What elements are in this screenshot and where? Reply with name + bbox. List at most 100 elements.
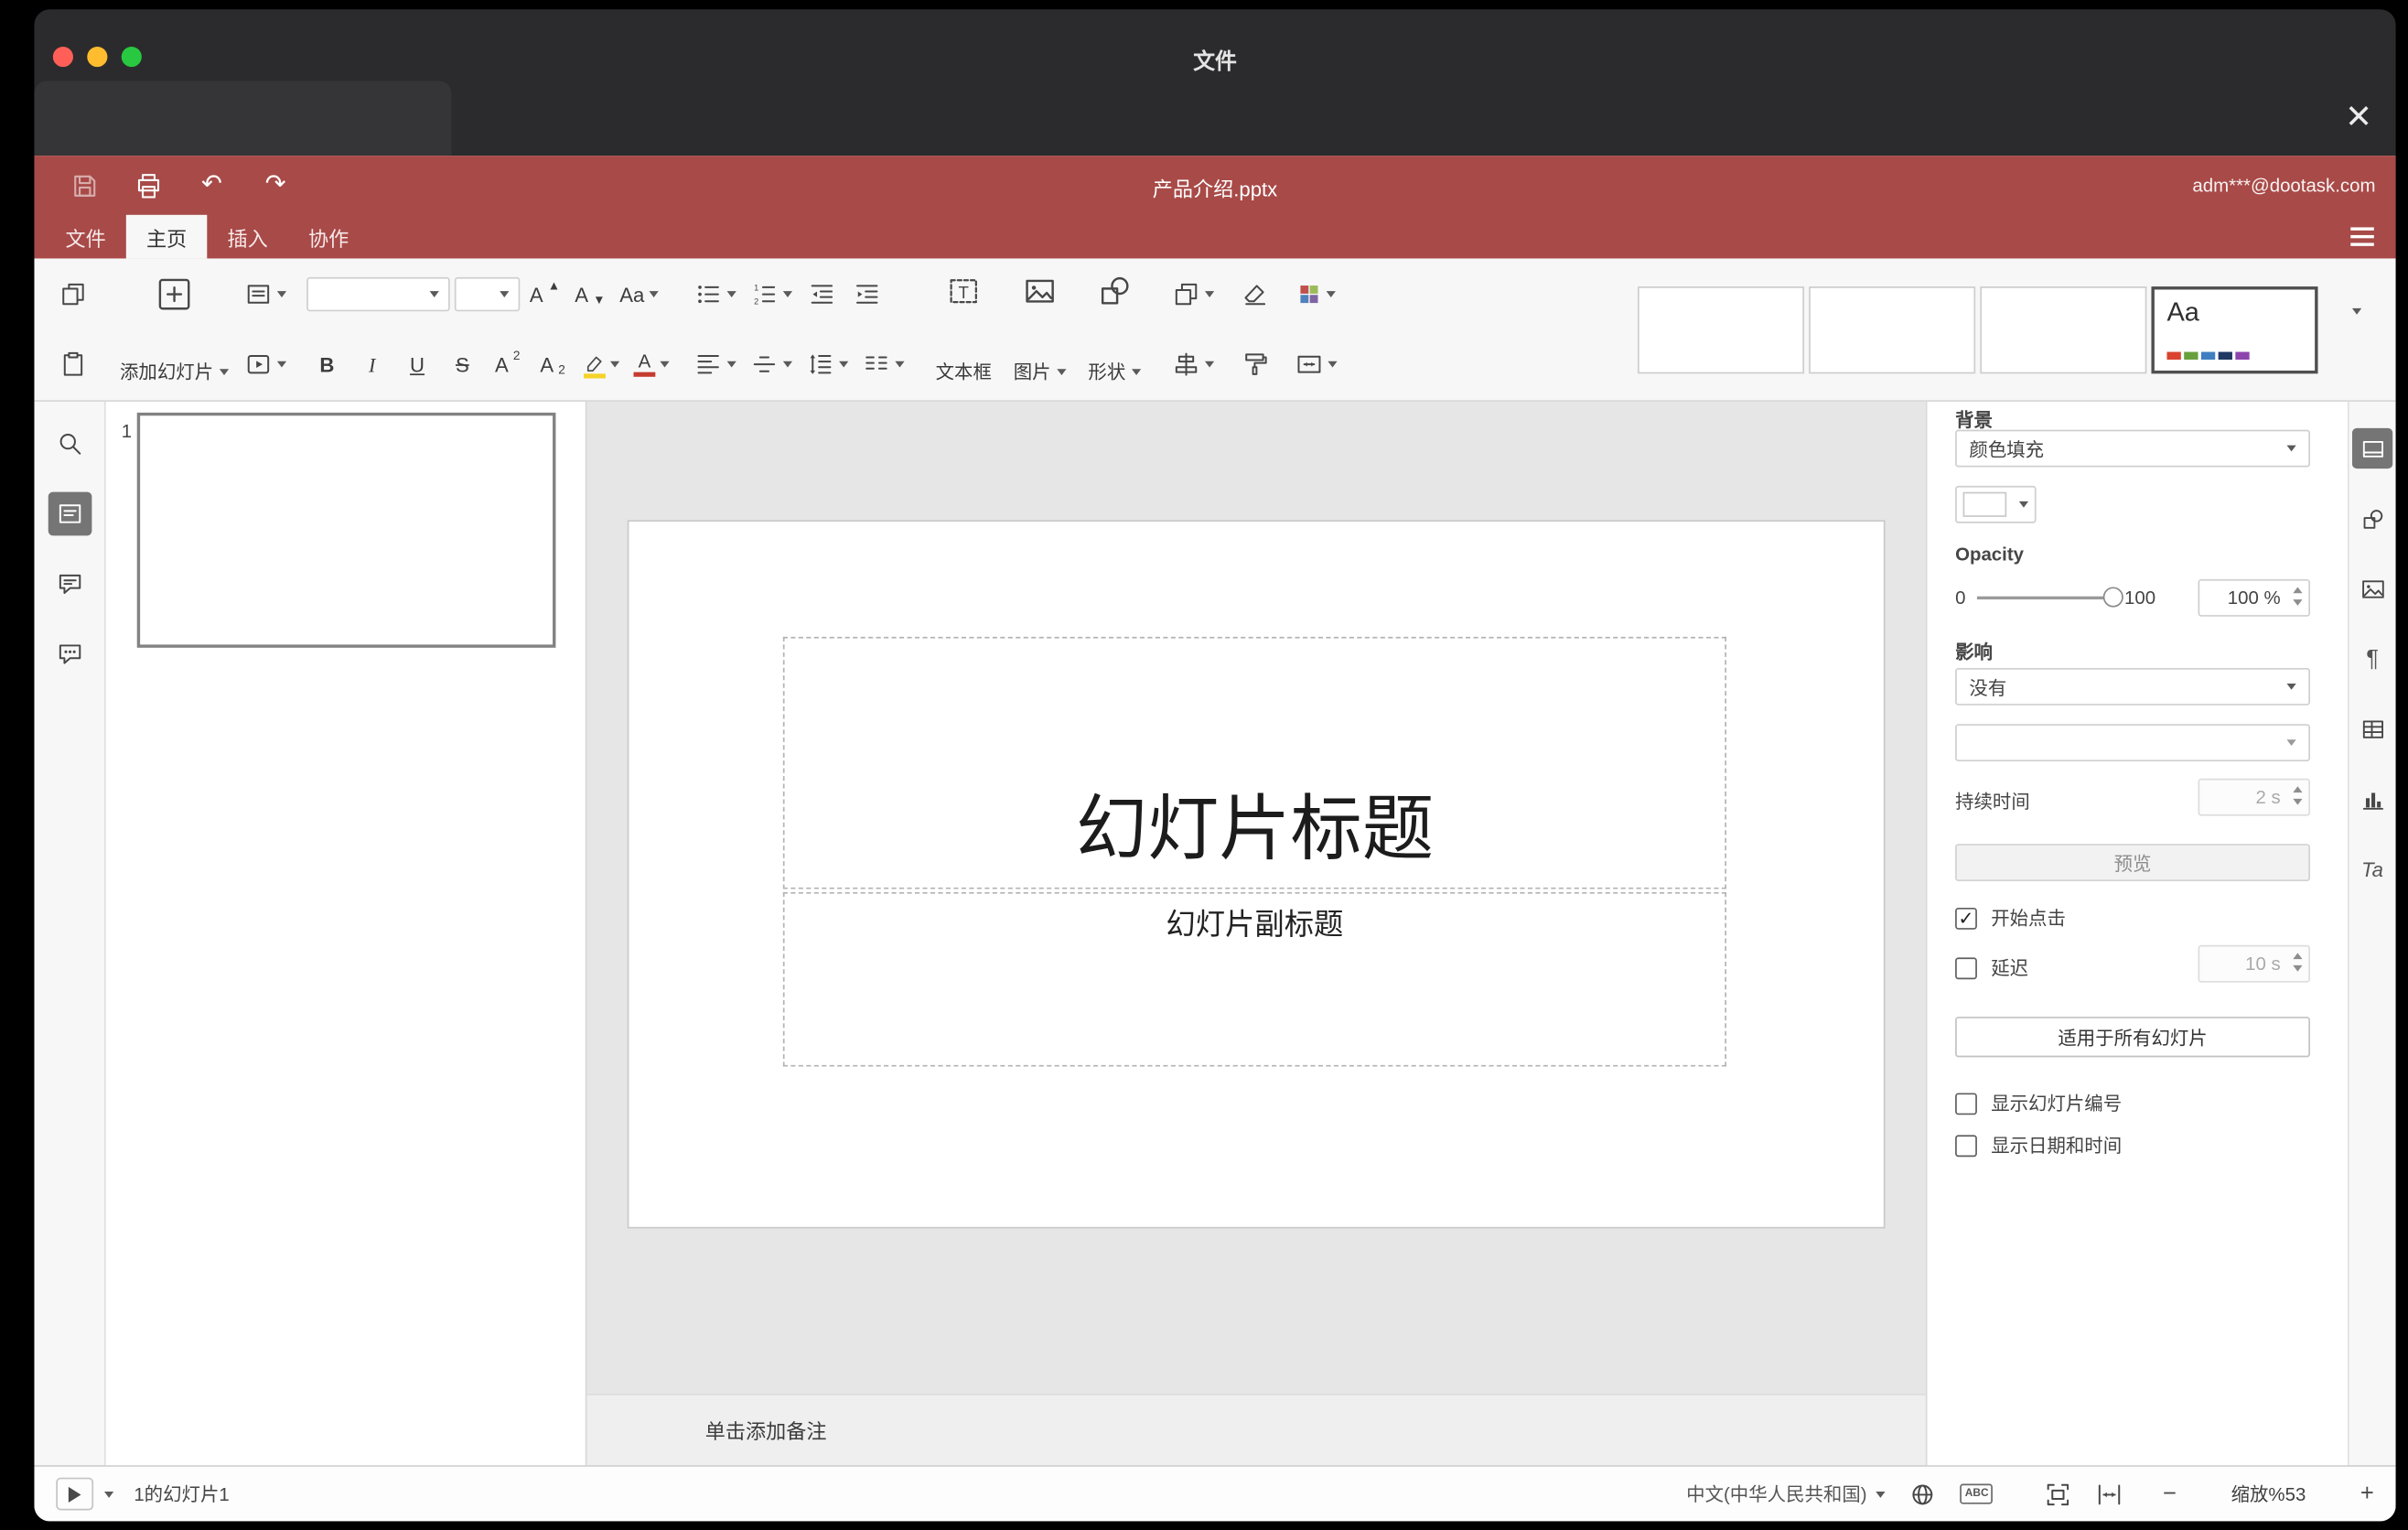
globe-icon[interactable]: [1908, 1480, 1937, 1508]
tab-collaboration[interactable]: 协作: [288, 215, 370, 259]
preview-button[interactable]: 预览: [1955, 844, 2311, 882]
print-button[interactable]: [129, 167, 167, 204]
theme-tile-selected[interactable]: Aa: [2151, 286, 2318, 373]
table-settings-button[interactable]: [2352, 708, 2392, 749]
start-slideshow-status-button[interactable]: [56, 1477, 94, 1511]
close-icon[interactable]: ✕: [2345, 102, 2372, 135]
overlay-bar: ✕: [34, 81, 2395, 156]
shape-align-button[interactable]: [1167, 342, 1219, 386]
superscript-button[interactable]: A2: [488, 342, 528, 386]
language-select[interactable]: 中文(中华人民共和国): [1686, 1481, 1886, 1507]
delay-spinner[interactable]: 10 s: [2198, 944, 2311, 983]
theme-tile-1[interactable]: [1637, 286, 1805, 373]
theme-tile-2[interactable]: [1809, 286, 1976, 373]
slide[interactable]: 幻灯片标题 幻灯片副标题: [627, 520, 1886, 1229]
italic-button[interactable]: I: [352, 342, 392, 386]
apply-to-all-button[interactable]: 适用于所有幻灯片: [1955, 1017, 2311, 1058]
fit-slide-icon[interactable]: [2045, 1480, 2073, 1508]
insert-textbox-button[interactable]: T 文本框: [925, 268, 1003, 391]
copy-button[interactable]: [53, 273, 93, 317]
show-slide-number-row[interactable]: 显示幻灯片编号: [1955, 1090, 2122, 1116]
paste-button[interactable]: [53, 342, 93, 386]
opacity-slider[interactable]: [1976, 587, 2123, 608]
background-color-select[interactable]: [1955, 485, 2037, 523]
decrease-font-button[interactable]: A ▼: [570, 273, 610, 317]
font-color-button[interactable]: A: [629, 342, 673, 386]
decrease-indent-button[interactable]: [801, 273, 842, 317]
shape-settings-button[interactable]: [2352, 498, 2392, 538]
tab-insert[interactable]: 插入: [207, 215, 288, 259]
theme-tile-3[interactable]: [1980, 286, 2147, 373]
effect-select[interactable]: 没有: [1955, 667, 2311, 706]
bullets-button[interactable]: [690, 273, 741, 317]
opacity-spinner[interactable]: 100 %: [2198, 578, 2311, 617]
show-slide-number-checkbox[interactable]: [1955, 1092, 1977, 1115]
vertical-align-button[interactable]: [746, 342, 797, 386]
opacity-slider-knob[interactable]: [2102, 587, 2123, 608]
start-slideshow-button[interactable]: [240, 342, 291, 386]
start-on-click-checkbox[interactable]: ✓: [1955, 907, 1977, 929]
show-date-time-checkbox[interactable]: [1955, 1134, 1977, 1157]
effect-option-select[interactable]: [1955, 724, 2311, 762]
font-size-select[interactable]: [454, 276, 521, 312]
theme-gallery-more-button[interactable]: [2337, 268, 2377, 355]
subscript-button[interactable]: A2: [532, 342, 573, 386]
background-fill-select[interactable]: 颜色填充: [1955, 429, 2311, 468]
change-layout-button[interactable]: [240, 273, 291, 317]
line-spacing-button[interactable]: [801, 342, 853, 386]
slide-counter: 1的幻灯片1: [134, 1483, 230, 1506]
slide-settings-button[interactable]: [2351, 427, 2393, 469]
increase-font-button[interactable]: A ▲: [524, 273, 564, 317]
zoom-in-button[interactable]: +: [2360, 1482, 2374, 1506]
slideshow-options-chevron[interactable]: [104, 1491, 114, 1497]
strikeout-button[interactable]: S: [442, 342, 482, 386]
slides-panel-button[interactable]: [47, 491, 91, 536]
color-scheme-button[interactable]: [1291, 273, 1342, 317]
slide-subtitle-placeholder[interactable]: 幻灯片副标题: [782, 891, 1726, 1067]
slide-canvas[interactable]: 幻灯片标题 幻灯片副标题: [586, 401, 1926, 1394]
redo-button[interactable]: ↷: [257, 167, 295, 204]
spellcheck-icon[interactable]: ABC: [1960, 1483, 1994, 1504]
add-slide-button[interactable]: 添加幻灯片: [109, 268, 240, 391]
undo-button[interactable]: ↶: [193, 167, 231, 204]
increase-indent-button[interactable]: [847, 273, 887, 317]
show-date-time-row[interactable]: 显示日期和时间: [1955, 1132, 2122, 1158]
zoom-level: 缩放%53: [2231, 1483, 2306, 1506]
add-slide-icon: [158, 278, 190, 310]
tab-file[interactable]: 文件: [45, 215, 126, 259]
chart-settings-button[interactable]: [2352, 779, 2392, 819]
slide-title-placeholder[interactable]: 幻灯片标题: [782, 636, 1726, 889]
horizontal-align-button[interactable]: [690, 342, 741, 386]
clear-style-button[interactable]: [1234, 273, 1274, 317]
comments-button[interactable]: [48, 562, 91, 606]
highlight-color-button[interactable]: [577, 342, 624, 386]
search-button[interactable]: [48, 422, 91, 466]
duration-spinner[interactable]: 2 s: [2198, 778, 2311, 816]
start-on-click-row[interactable]: ✓ 开始点击: [1955, 905, 2066, 932]
notes-area[interactable]: 单击添加备注: [586, 1393, 1926, 1466]
arrange-button[interactable]: [1167, 273, 1219, 317]
paragraph-settings-button[interactable]: ¶: [2352, 639, 2392, 679]
delay-row[interactable]: 延迟: [1955, 954, 2028, 981]
delay-checkbox[interactable]: [1955, 956, 1977, 979]
menu-icon[interactable]: [2350, 227, 2374, 246]
tab-home[interactable]: 主页: [125, 214, 208, 259]
font-name-select[interactable]: [306, 276, 450, 312]
textart-settings-button[interactable]: Ta: [2352, 848, 2392, 889]
zoom-out-button[interactable]: −: [2163, 1482, 2177, 1506]
insert-image-button[interactable]: 图片: [1003, 268, 1078, 391]
image-settings-button[interactable]: [2352, 568, 2392, 609]
columns-button[interactable]: [858, 342, 909, 386]
numbering-button[interactable]: 12: [746, 273, 797, 317]
underline-button[interactable]: U: [397, 342, 437, 386]
image-settings-icon: [2361, 579, 2383, 598]
insert-shape-button[interactable]: 形状: [1078, 268, 1153, 391]
save-button[interactable]: [65, 167, 102, 204]
fit-width-icon[interactable]: [2096, 1480, 2124, 1508]
copy-style-button[interactable]: [1234, 342, 1274, 386]
bold-button[interactable]: B: [306, 342, 347, 386]
slide-thumbnail[interactable]: [136, 412, 556, 648]
change-case-button[interactable]: Aa: [615, 273, 663, 317]
slide-size-button[interactable]: [1291, 342, 1342, 386]
chat-button[interactable]: [48, 632, 91, 676]
